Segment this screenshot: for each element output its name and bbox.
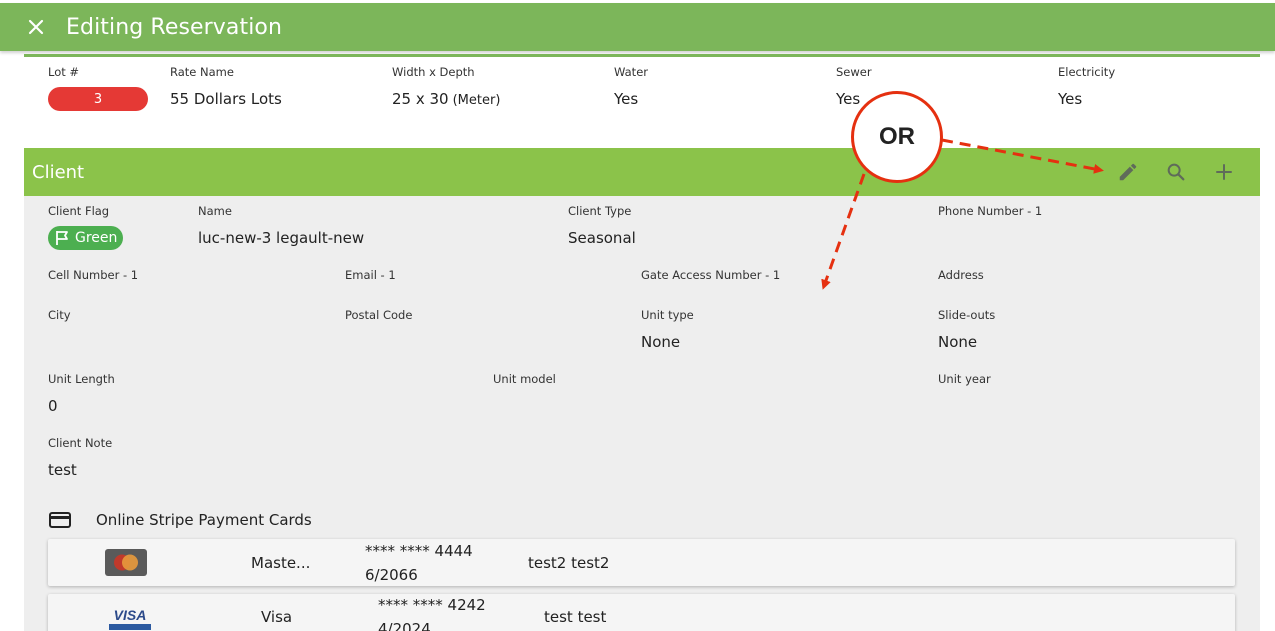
client-note-label: Client Note [48,436,113,450]
water-field: Water Yes [614,65,648,108]
unit-model-label: Unit model [493,372,556,386]
slide-outs-label: Slide-outs [938,308,996,322]
slide-outs-field: Slide-outs None [938,308,995,351]
edit-client-button[interactable] [1116,160,1140,184]
client-name-value: luc-new-3 legault-new [198,229,365,247]
visa-logo: VISA [109,602,151,630]
add-client-button[interactable] [1212,160,1236,184]
cell-number-field: Cell Number - 1 [48,268,138,282]
email-label: Email - 1 [345,268,396,282]
unit-type-field: Unit type None [641,308,694,351]
client-note-value: test [48,461,77,479]
postal-code-label: Postal Code [345,308,413,322]
card-brand: Maste... [251,554,311,572]
rate-name-value: 55 Dollars Lots [170,90,282,108]
phone-field: Phone Number - 1 [938,204,1042,218]
email-field: Email - 1 [345,268,396,282]
client-type-label: Client Type [568,204,632,218]
city-label: City [48,308,71,322]
card-brand: Visa [261,608,293,626]
page-title: Editing Reservation [66,14,283,40]
flag-icon [56,231,68,245]
unit-type-label: Unit type [641,308,694,322]
slide-outs-value: None [938,333,978,351]
payment-card-row[interactable]: VISA Visa **** **** 4242 4/2024 test tes… [48,594,1235,631]
lot-number-badge[interactable]: 3 [48,87,148,111]
search-icon [1167,163,1185,181]
sewer-label: Sewer [836,65,872,79]
app-bar: Editing Reservation [0,3,1275,51]
unit-year-label: Unit year [938,372,991,386]
mastercard-logo [105,549,147,576]
client-flag-chip[interactable]: Green [48,226,124,250]
cell-number-label: Cell Number - 1 [48,268,139,282]
payment-cards-header: Online Stripe Payment Cards [48,508,312,532]
card-holder: test test [544,608,607,626]
unit-length-value: 0 [48,397,58,415]
close-icon[interactable] [24,15,48,39]
size-value: 25 x 30 [392,90,449,108]
size-value-wrap: 25 x 30 (Meter) [392,90,500,108]
or-annotation: OR [851,91,943,183]
address-label: Address [938,268,984,282]
payment-cards-title: Online Stripe Payment Cards [96,511,312,529]
postal-code-field: Postal Code [345,308,412,322]
client-section-title: Client [32,161,85,183]
size-label: Width x Depth [392,65,475,79]
card-expiry: 6/2066 [365,566,418,584]
rate-name-label: Rate Name [170,65,234,79]
electricity-value: Yes [1058,90,1083,108]
client-section-header: Client [24,148,1260,196]
client-flag-label: Client Flag [48,204,110,218]
rate-name-field: Rate Name 55 Dollars Lots [170,65,282,108]
client-details: Client Flag Green Name luc-new-3 legault… [24,196,1260,631]
size-unit: (Meter) [452,93,501,108]
lot-number-label: Lot # [48,65,80,79]
unit-model-field: Unit model [493,372,556,386]
pencil-icon [1119,163,1137,181]
unit-type-value: None [641,333,681,351]
water-value: Yes [614,90,639,108]
phone-label: Phone Number - 1 [938,204,1043,218]
svg-text:VISA: VISA [114,607,147,623]
city-field: City [48,308,71,322]
unit-length-field: Unit Length 0 [48,372,115,415]
electricity-label: Electricity [1058,65,1116,79]
plus-icon [1216,164,1232,180]
payment-card-row[interactable]: Maste... **** **** 4444 6/2066 test2 tes… [48,539,1235,586]
card-expiry: 4/2024 [378,620,431,631]
unit-length-label: Unit Length [48,372,115,386]
client-flag-field: Client Flag Green [48,204,124,251]
unit-year-field: Unit year [938,372,991,386]
credit-card-icon [49,512,71,528]
card-number: **** **** 4444 [365,542,473,560]
gate-access-field: Gate Access Number - 1 [641,268,780,282]
water-label: Water [614,65,648,79]
size-field: Width x Depth 25 x 30 (Meter) [392,65,500,108]
client-name-field: Name luc-new-3 legault-new [198,204,364,247]
address-field: Address [938,268,984,282]
client-name-label: Name [198,204,232,218]
electricity-field: Electricity Yes [1058,65,1115,108]
client-type-value: Seasonal [568,229,636,247]
lot-info-row: Lot # 3 Rate Name 55 Dollars Lots Width … [0,57,1275,137]
client-note-field: Client Note test [48,436,112,479]
client-type-field: Client Type Seasonal [568,204,636,247]
search-client-button[interactable] [1164,160,1188,184]
card-holder: test2 test2 [528,554,610,572]
card-number: **** **** 4242 [378,596,486,614]
gate-access-label: Gate Access Number - 1 [641,268,781,282]
client-flag-value: Green [75,230,118,246]
lot-number-field: Lot # 3 [48,65,148,111]
